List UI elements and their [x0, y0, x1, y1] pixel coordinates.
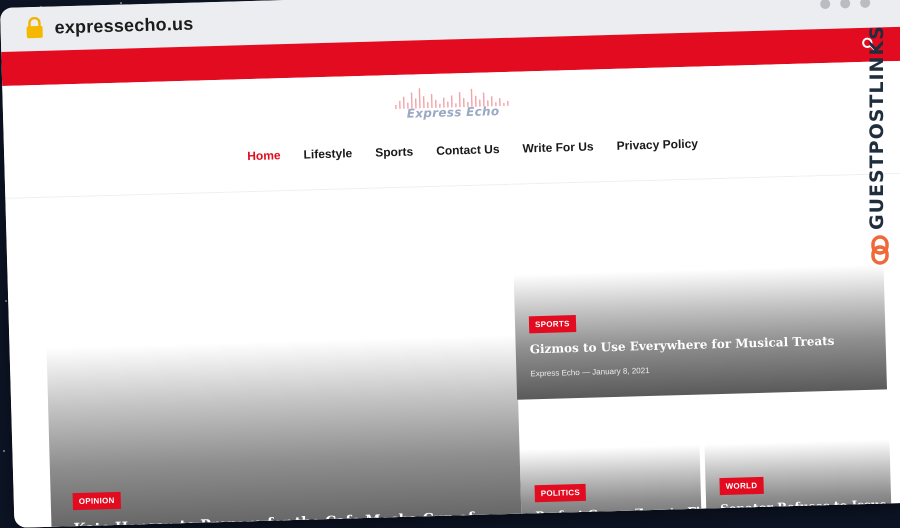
main-navigation: Home Lifestyle Sports Contact Us Write F…	[247, 137, 698, 164]
window-dot-3[interactable]	[860, 0, 870, 8]
post-card-sports[interactable]: SPORTS Gizmos to Use Everywhere for Musi…	[514, 264, 887, 399]
category-badge[interactable]: SPORTS	[529, 315, 576, 333]
window-controls	[820, 0, 870, 9]
guestpostlinks-watermark: GUESTPOSTLINKS	[864, 40, 898, 270]
post-meta: Express Echo — January 8, 2021	[530, 366, 649, 378]
post-grid: OPINION Kate Hanson to Prepare for the C…	[5, 174, 900, 528]
nav-item-write-for-us[interactable]: Write For Us	[522, 139, 593, 155]
link-icon	[868, 235, 894, 265]
category-badge[interactable]: WORLD	[719, 477, 763, 495]
category-badge[interactable]: POLITICS	[535, 484, 587, 502]
url-text[interactable]: expressecho.us	[54, 14, 193, 39]
featured-post-card[interactable]: OPINION Kate Hanson to Prepare for the C…	[47, 335, 522, 528]
logo-text: Express Echo	[390, 104, 516, 122]
nav-item-lifestyle[interactable]: Lifestyle	[303, 146, 352, 161]
post-date: January 8, 2021	[592, 366, 650, 377]
window-dot-1[interactable]	[820, 0, 830, 9]
browser-window: expressecho.us	[0, 0, 900, 528]
category-badge[interactable]: OPINION	[73, 492, 121, 510]
post-title[interactable]: Kate Hanson to Prepare for the Cafe Moch…	[73, 510, 474, 528]
post-card-politics[interactable]: POLITICS Perfect Game: Zero to Five	[520, 445, 702, 528]
site-logo[interactable]: Express Echo	[389, 82, 516, 128]
post-title[interactable]: Senator Refuses to Issue a	[720, 497, 892, 516]
nav-item-privacy-policy[interactable]: Privacy Policy	[616, 137, 698, 153]
post-author[interactable]: Express Echo	[530, 368, 580, 378]
nav-item-home[interactable]: Home	[247, 148, 281, 163]
nav-item-contact-us[interactable]: Contact Us	[436, 142, 500, 158]
window-dot-2[interactable]	[840, 0, 850, 9]
post-title[interactable]: Gizmos to Use Everywhere for Musical Tre…	[530, 334, 835, 357]
nav-item-sports[interactable]: Sports	[375, 145, 413, 160]
watermark-text: GUESTPOSTLINKS	[866, 40, 896, 230]
lock-icon	[25, 17, 44, 39]
meta-separator: —	[582, 368, 590, 377]
post-card-world[interactable]: WORLD Senator Refuses to Issue a	[704, 439, 891, 527]
post-title[interactable]: Perfect Game: Zero to Five	[535, 504, 702, 523]
